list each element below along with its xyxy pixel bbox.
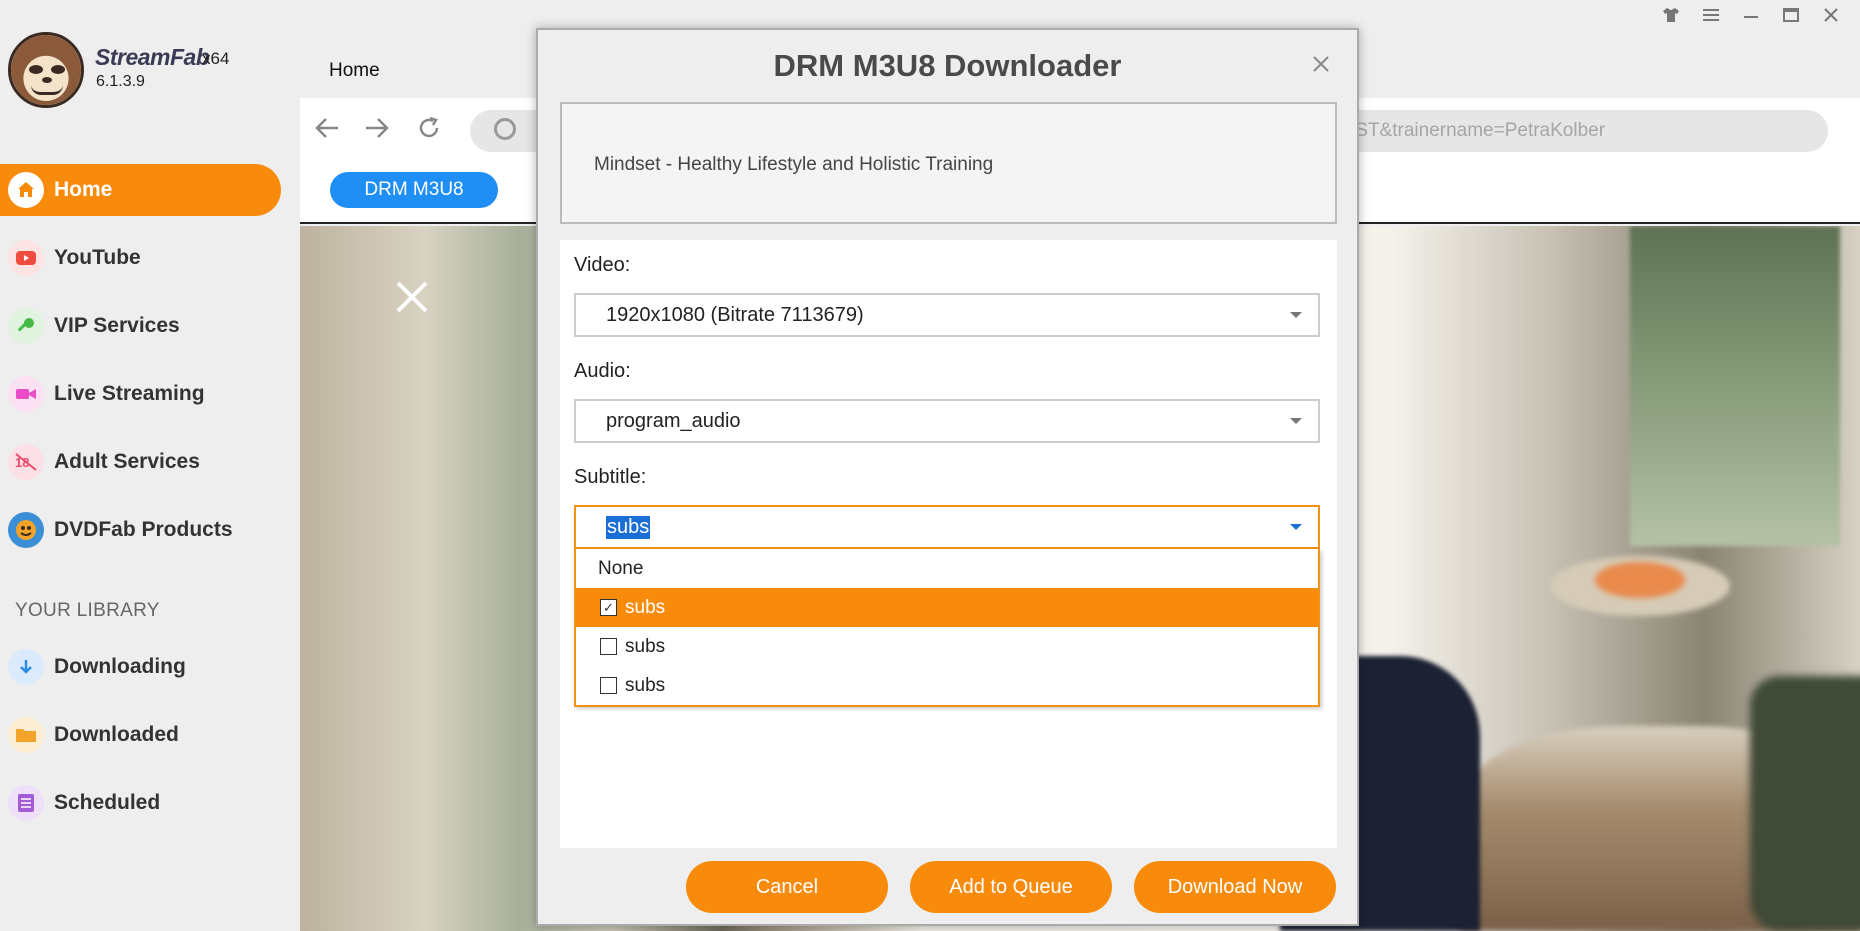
dvdfab-icon <box>8 512 44 548</box>
back-arrow-icon[interactable] <box>314 116 340 147</box>
video-label: Video: <box>574 254 631 276</box>
minimize-icon[interactable] <box>1740 6 1762 29</box>
sidebar-item-vip-services[interactable]: VIP Services <box>0 300 281 352</box>
tab-home[interactable]: Home <box>329 60 380 82</box>
sidebar-item-label: DVDFab Products <box>54 518 233 541</box>
subtitle-dropdown: None ✓ subs subs subs <box>574 549 1320 707</box>
library-header: YOUR LIBRARY <box>15 600 160 621</box>
reload-icon[interactable] <box>416 116 442 147</box>
search-icon <box>494 118 516 140</box>
subtitle-option[interactable]: subs <box>576 666 1318 705</box>
streamfab-logo <box>8 32 84 108</box>
subtitle-option[interactable]: subs <box>576 627 1318 666</box>
sidebar-item-label: Downloaded <box>54 723 179 746</box>
adult-icon: 18 <box>8 444 44 480</box>
app-version: 6.1.3.9 <box>96 73 145 90</box>
sidebar: StreamFab x64 6.1.3.9 Home YouTube VIP S… <box>0 0 300 931</box>
sidebar-item-label: Adult Services <box>54 450 200 473</box>
sidebar-item-dvdfab-products[interactable]: DVDFab Products <box>0 504 281 556</box>
menu-icon[interactable] <box>1700 6 1722 29</box>
sidebar-item-label: Live Streaming <box>54 382 205 405</box>
drm-m3u8-pill[interactable]: DRM M3U8 <box>330 172 498 208</box>
subtitle-option-none[interactable]: None <box>576 549 1318 588</box>
dialog-close-icon[interactable] <box>1311 50 1331 81</box>
forward-arrow-icon[interactable] <box>364 116 390 147</box>
video-title-box: Mindset - Healthy Lifestyle and Holistic… <box>560 102 1337 224</box>
video-select-value: 1920x1080 (Bitrate 7113679) <box>606 303 864 326</box>
subtitle-select-value: subs <box>606 515 651 539</box>
maximize-icon[interactable] <box>1780 6 1802 29</box>
sidebar-item-home[interactable]: Home <box>0 164 281 216</box>
subtitle-option[interactable]: ✓ subs <box>576 588 1318 627</box>
dialog-title: DRM M3U8 Downloader <box>773 48 1122 83</box>
sidebar-item-label: VIP Services <box>54 314 180 337</box>
home-icon <box>8 172 44 208</box>
chevron-down-icon <box>1290 418 1302 424</box>
brand-arch: x64 <box>202 49 230 68</box>
audio-label: Audio: <box>574 360 631 382</box>
subtitle-label: Subtitle: <box>574 466 647 488</box>
youtube-icon <box>8 240 44 276</box>
download-arrow-icon <box>8 649 44 685</box>
brand-name: StreamFab <box>95 44 210 70</box>
drm-downloader-dialog: DRM M3U8 Downloader Mindset - Healthy Li… <box>536 28 1359 926</box>
sidebar-item-label: Downloading <box>54 655 186 678</box>
checkbox-checked[interactable]: ✓ <box>600 599 617 616</box>
checkbox-unchecked[interactable] <box>600 677 617 694</box>
sidebar-item-label: YouTube <box>54 246 141 269</box>
subtitle-select[interactable]: subs <box>574 505 1320 549</box>
checkbox-unchecked[interactable] <box>600 638 617 655</box>
close-video-icon[interactable] <box>395 275 429 321</box>
shirt-icon[interactable] <box>1660 6 1682 29</box>
chevron-down-icon <box>1290 312 1302 318</box>
camera-icon <box>8 376 44 412</box>
video-select[interactable]: 1920x1080 (Bitrate 7113679) <box>574 293 1320 337</box>
sidebar-item-label: Home <box>54 178 113 201</box>
add-to-queue-button[interactable]: Add to Queue <box>910 861 1112 913</box>
video-title: Mindset - Healthy Lifestyle and Holistic… <box>594 154 994 175</box>
window-controls <box>1660 6 1842 29</box>
audio-select[interactable]: program_audio <box>574 399 1320 443</box>
close-window-icon[interactable] <box>1820 6 1842 29</box>
list-icon <box>8 785 44 821</box>
sidebar-item-scheduled[interactable]: Scheduled <box>0 777 281 829</box>
sidebar-item-downloading[interactable]: Downloading <box>0 641 281 693</box>
audio-select-value: program_audio <box>606 409 741 432</box>
folder-icon <box>8 717 44 753</box>
chevron-down-icon <box>1290 524 1302 530</box>
sidebar-item-live-streaming[interactable]: Live Streaming <box>0 368 281 420</box>
key-icon <box>8 308 44 344</box>
address-text: IST&trainername=PetraKolber <box>1350 120 1606 141</box>
sidebar-item-downloaded[interactable]: Downloaded <box>0 709 281 761</box>
download-now-button[interactable]: Download Now <box>1134 861 1336 913</box>
cancel-button[interactable]: Cancel <box>686 861 888 913</box>
sidebar-item-adult-services[interactable]: 18 Adult Services <box>0 436 281 488</box>
sidebar-item-youtube[interactable]: YouTube <box>0 232 281 284</box>
sidebar-item-label: Scheduled <box>54 791 161 814</box>
